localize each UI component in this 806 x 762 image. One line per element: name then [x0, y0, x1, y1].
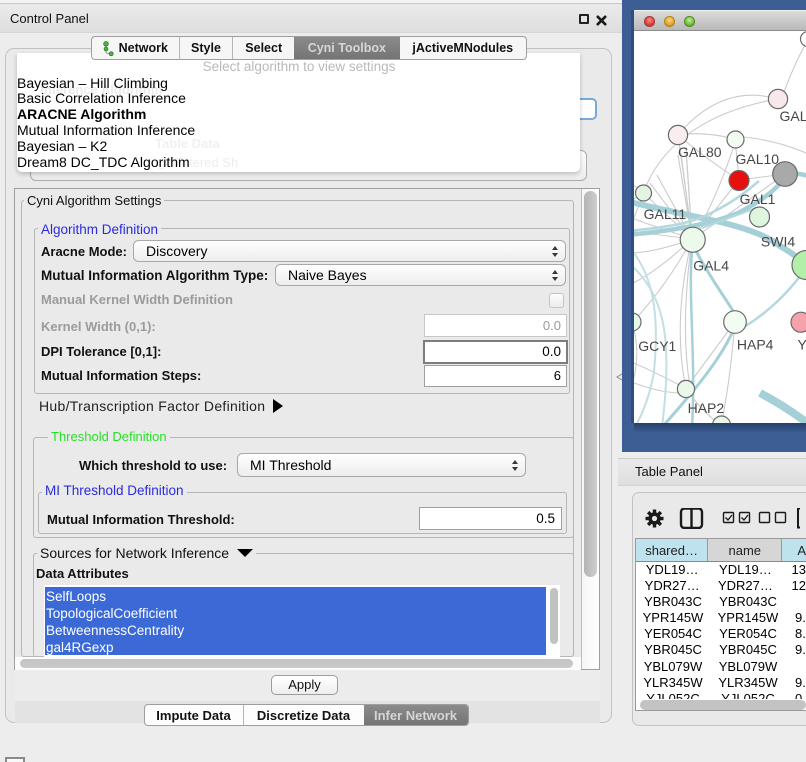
svg-text:HAP4: HAP4	[737, 337, 774, 353]
svg-text:GAL4: GAL4	[693, 258, 729, 274]
svg-text:GAL1: GAL1	[740, 191, 776, 207]
svg-text:GAL10: GAL10	[736, 151, 780, 167]
svg-text:SWI4: SWI4	[761, 234, 795, 250]
svg-text:HAP2: HAP2	[688, 400, 725, 416]
svg-text:GAL80: GAL80	[678, 144, 722, 160]
svg-text:GAL11: GAL11	[644, 206, 687, 222]
svg-text:GCY1: GCY1	[638, 338, 676, 354]
svg-text:GAL7: GAL7	[780, 108, 806, 124]
svg-text:YB: YB	[798, 337, 806, 353]
